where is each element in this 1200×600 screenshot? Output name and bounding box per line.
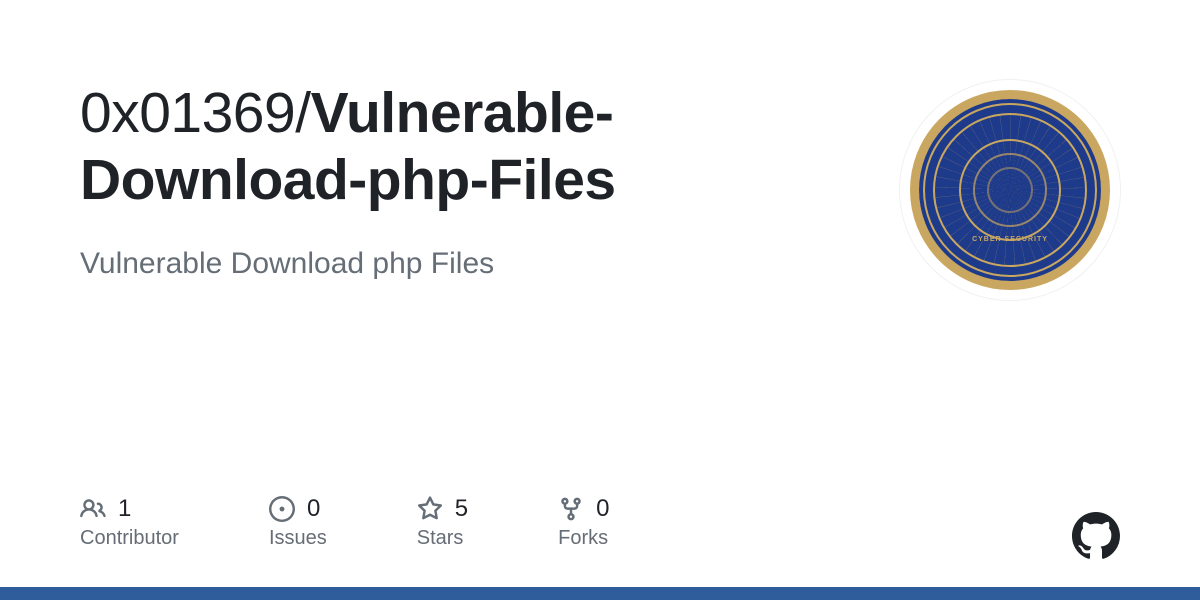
avatar-seal: CYBER SECURITY [910,90,1110,290]
repo-card: 0x01369/Vulnerable-Download-php-Files Vu… [0,0,1200,300]
issues-icon [269,496,295,522]
avatar-seal-text: CYBER SECURITY [935,236,1085,243]
avatar: CYBER SECURITY [900,80,1120,300]
repo-separator: / [295,81,310,145]
stat-contributors-count: 1 [118,495,131,523]
stats-row: 1 Contributor 0 Issues 5 Stars 0 [80,495,609,550]
stat-contributors: 1 Contributor [80,495,179,550]
star-icon [417,496,443,522]
fork-icon [558,496,584,522]
github-logo-icon [1072,512,1120,560]
repo-owner: 0x01369 [80,81,295,145]
accent-bar [0,587,1200,600]
stat-issues: 0 Issues [269,495,327,550]
stat-stars: 5 Stars [417,495,468,550]
stat-stars-label: Stars [417,527,468,550]
stat-forks-label: Forks [558,527,609,550]
main-content: 0x01369/Vulnerable-Download-php-Files Vu… [80,80,860,285]
stat-forks: 0 Forks [558,495,609,550]
stat-contributors-label: Contributor [80,527,179,550]
repo-title: 0x01369/Vulnerable-Download-php-Files [80,80,860,215]
stat-forks-count: 0 [596,495,609,523]
stat-issues-count: 0 [307,495,320,523]
stat-issues-label: Issues [269,527,327,550]
stat-stars-count: 5 [455,495,468,523]
contributors-icon [80,496,106,522]
repo-description: Vulnerable Download php Files [80,243,860,285]
